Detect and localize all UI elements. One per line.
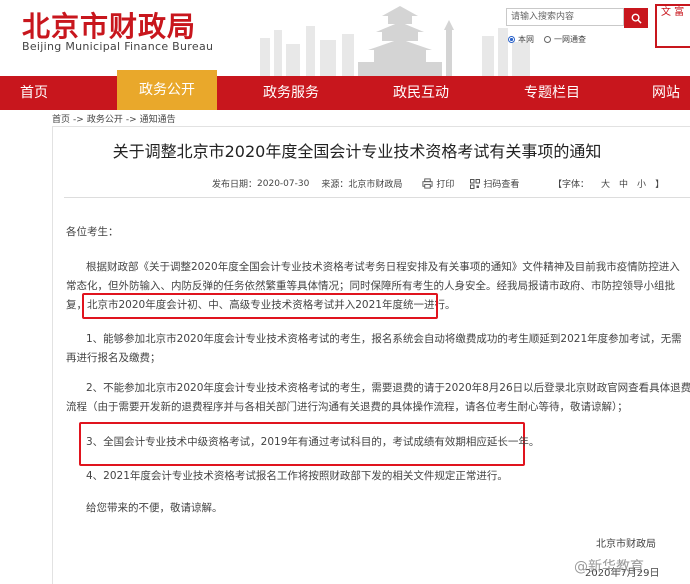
qr-code-icon [470,178,481,189]
nav-item-site[interactable]: 网站 [652,76,680,110]
item-4: 4、2021年度会计专业技术资格考试报名工作将按照财政部下发的相关文件规定正常进… [86,470,508,482]
nav-item-interaction[interactable]: 政民互动 [393,76,449,110]
nav-item-gov-affairs[interactable]: 政务公开 [117,70,217,110]
site-header: 北京市财政局 Beijing Municipal Finance Bureau [0,0,690,76]
search-input[interactable]: 请输入搜索内容 [506,8,624,26]
site-logo-cn[interactable]: 北京市财政局 [22,5,196,45]
font-close-bracket: 】 [655,180,665,190]
closing-remark: 给您带来的不便，敬请谅解。 [86,502,223,514]
watermark: @新华教育 [574,559,644,575]
main-nav: 首页 政务公开 政务服务 政民互动 专题栏目 网站 [0,70,690,110]
search-icon [631,13,642,24]
corner-seal: 文 富 [655,4,690,48]
signature-org: 北京市财政局 [596,539,656,550]
nav-item-gov-services[interactable]: 政务服务 [263,76,319,110]
article-source: 北京市财政局 [348,180,403,190]
item-1-line1: 1、能够参加北京市2020年度会计专业技术资格考试的考生，报名系统会自动将缴费成… [86,333,682,345]
breadcrumb-sep: -> [73,115,84,125]
item-2-line2: 流程（由于需要开发新的退费程序并与各相关部门进行沟通有关退费的具体操作流程，请各… [66,401,628,413]
font-large-button[interactable]: 大 [601,180,610,190]
breadcrumb-sep: -> [125,115,137,125]
breadcrumb-home[interactable]: 首页 [52,115,70,125]
article-meta: 发布日期： 2020-07-30 来源： 北京市财政局 打印 扫码查看 [212,177,519,190]
site-logo-en: Beijing Municipal Finance Bureau [22,40,214,53]
paragraph-intro-line1: 根据财政部《关于调整2020年度全国会计专业技术资格考试考务日程安排及有关事项的… [86,261,680,273]
highlight-box-decision [82,293,438,319]
font-size-control: 【字体： 大中小】 [553,177,664,190]
city-skyline-banner [250,0,540,76]
source-label: 来源： [321,180,349,190]
item-1-line2: 再进行报名及缴费； [66,352,161,364]
search-scope-options: 本网 一网通查 [508,34,586,45]
item-3: 3、全国会计专业技术中级资格考试，2019年有通过考试科目的，考试成绩有效期相应… [86,436,540,448]
font-small-button[interactable]: 小 [637,180,646,190]
article-title: 关于调整北京市2020年度全国会计专业技术资格考试有关事项的通知 [112,142,602,161]
nav-item-topics[interactable]: 专题栏目 [524,76,580,110]
font-medium-button[interactable]: 中 [619,180,628,190]
font-label: 【字体： [553,180,590,190]
nav-item-home[interactable]: 首页 [20,76,48,110]
breadcrumb-notices[interactable]: 通知通告 [140,115,176,125]
radio-all-option[interactable]: 一网通查 [544,34,586,45]
meta-divider [64,197,690,198]
greeting: 各位考生： [66,226,119,238]
search-button[interactable] [624,8,648,28]
print-button[interactable]: 打印 [422,177,454,190]
radio-selected-icon [508,36,515,43]
breadcrumb: 首页 -> 政务公开 -> 通知通告 [52,112,179,125]
breadcrumb-gov-affairs[interactable]: 政务公开 [87,115,123,125]
date-label: 发布日期： [212,180,258,190]
radio-site-option[interactable]: 本网 [508,34,534,45]
publish-date: 2020-07-30 [257,178,310,189]
radio-unselected-icon [544,36,551,43]
printer-icon [422,178,433,189]
qr-view-button[interactable]: 扫码查看 [470,177,519,190]
item-2-line1: 2、不能参加北京市2020年度会计专业技术资格考试的考生，需要退费的请于2020… [86,382,690,394]
